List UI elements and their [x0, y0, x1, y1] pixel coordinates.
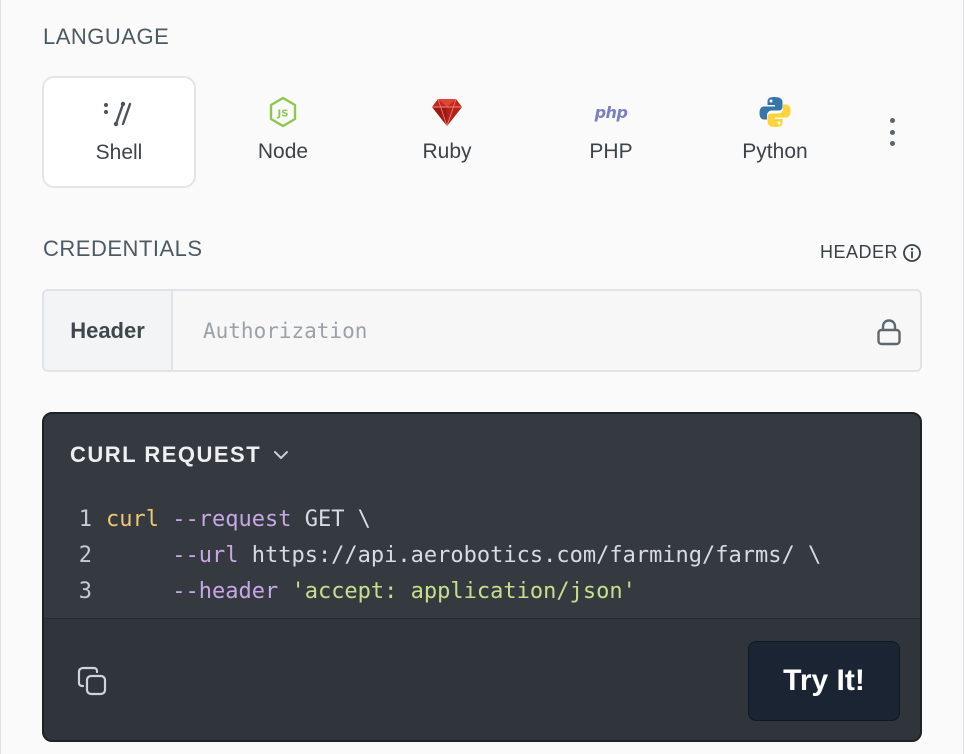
svg-text:JS: JS [277, 109, 289, 120]
tab-label: Shell [95, 141, 143, 164]
shell-icon [101, 96, 137, 132]
code-token: 'accept: application/json' [291, 579, 636, 604]
try-it-button[interactable]: Try It! [748, 641, 900, 721]
request-title: CURL REQUEST [70, 442, 262, 467]
code-block: 1 curl --request GET \ 2 --url https://a… [44, 502, 920, 610]
tab-shell[interactable]: Shell [42, 76, 196, 188]
code-token: --request [172, 507, 292, 532]
chevron-down-icon [274, 451, 289, 459]
lock-icon [877, 319, 901, 346]
line-number: 3 [78, 579, 92, 604]
code-line: 3 --header 'accept: application/json' [44, 574, 920, 610]
panel-left-border [0, 0, 1, 754]
info-icon [903, 243, 921, 262]
code-token: GET \ [291, 507, 371, 532]
code-line: 1 curl --request GET \ [44, 502, 920, 538]
tab-node[interactable]: JS Node [206, 76, 360, 188]
tab-label: Ruby [422, 140, 472, 163]
language-tabs: Shell JS Node Ruby php PHP Python [42, 76, 922, 188]
php-logo-glyph: php [594, 102, 628, 122]
header-link-label: HEADER [819, 242, 898, 262]
copy-icon[interactable] [74, 663, 110, 699]
tab-python[interactable]: Python [698, 76, 852, 188]
tab-label: Python [742, 140, 808, 163]
code-token: --url [172, 543, 239, 568]
authorization-input[interactable] [173, 291, 920, 370]
tab-php[interactable]: php PHP [534, 76, 688, 188]
credentials-section-title: CREDENTIALS [43, 236, 203, 261]
python-icon [757, 94, 793, 130]
code-request-panel: CURL REQUEST 1 curl --request GET \ 2 --… [42, 412, 922, 742]
php-icon: php [593, 94, 629, 130]
header-auth-toggle[interactable]: HEADER [820, 242, 922, 263]
tab-label: PHP [589, 140, 633, 163]
code-panel-footer: Try It! [44, 618, 920, 740]
tab-label: Node [257, 140, 309, 163]
tab-ruby[interactable]: Ruby [370, 76, 524, 188]
ruby-icon [429, 94, 465, 130]
code-line: 2 --url https://api.aerobotics.com/farmi… [44, 538, 920, 574]
request-language-dropdown[interactable]: CURL REQUEST [70, 442, 291, 468]
nodejs-icon: JS [265, 94, 301, 130]
line-number: 1 [78, 507, 92, 532]
language-section-title: LANGUAGE [43, 24, 170, 49]
more-languages-button[interactable] [874, 112, 910, 152]
code-token: https://api.aerobotics.com/farming/farms… [238, 543, 822, 568]
credentials-field-label: Header [44, 291, 173, 370]
credentials-field: Header [42, 289, 922, 372]
more-vertical-icon [889, 118, 895, 123]
code-token: --header [172, 579, 279, 604]
line-number: 2 [78, 543, 92, 568]
code-token: curl [106, 507, 159, 532]
